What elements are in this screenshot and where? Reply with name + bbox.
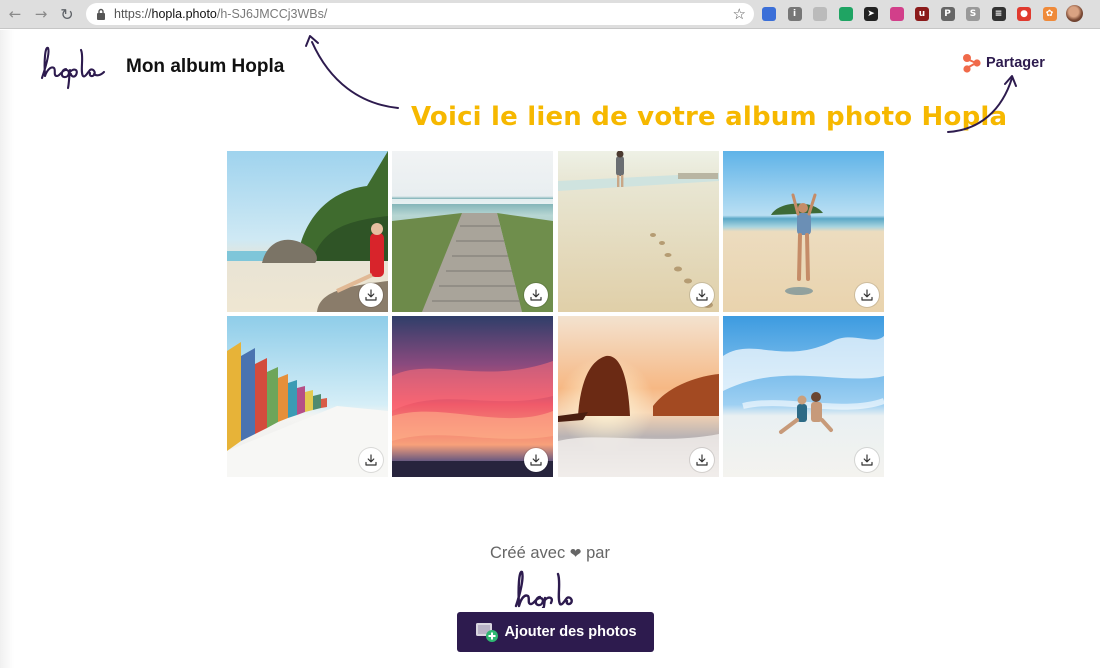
download-button[interactable] [854, 283, 879, 307]
s-icon[interactable]: S [966, 7, 980, 21]
add-photos-button[interactable]: Ajouter des photos [457, 612, 654, 652]
annotation-arrow-to-url [305, 35, 399, 109]
left-edge-shadow [0, 30, 14, 668]
photo-couple-sitting-beach[interactable] [722, 316, 884, 477]
url-host: hopla.photo [151, 7, 217, 21]
arrow-left-icon: ← [8, 5, 22, 23]
pinterest-icon[interactable]: P [940, 7, 955, 21]
photo-pink-sunset-sky[interactable] [392, 316, 554, 477]
photo-woman-arms-up-beach[interactable] [722, 151, 884, 312]
download-icon [530, 289, 542, 301]
ext-circle-info-icon[interactable]: i [787, 7, 802, 21]
annotation-arrow-to-share [947, 75, 1017, 133]
color-wheel-icon[interactable] [889, 7, 904, 21]
google-drive-icon[interactable] [838, 7, 853, 21]
album-title: Mon album Hopla [126, 56, 285, 77]
buffer-icon[interactable]: ≡ [991, 7, 1006, 21]
download-button[interactable] [689, 448, 714, 472]
browser-toolbar: ← → ↻ https://hopla.photo/h-SJ6JMCCj3WBs… [0, 0, 1100, 29]
share-label: Partager [986, 55, 1045, 71]
heart-icon: ❤ [569, 546, 582, 562]
download-button[interactable] [689, 283, 714, 307]
reload-button[interactable]: ↻ [56, 3, 78, 25]
annotation-text: Voici le lien de votre album photo Hopla [411, 102, 1008, 132]
download-icon [530, 454, 542, 466]
url-path: /h-SJ6JMCCj3WBs/ [216, 7, 328, 21]
download-icon [365, 454, 377, 466]
photo-wooden-path-beach[interactable] [392, 151, 554, 312]
address-bar[interactable]: https://hopla.photo/h-SJ6JMCCj3WBs/ ☆ [86, 3, 754, 25]
lock-icon [97, 8, 105, 20]
created-with-before: Créé avec [490, 544, 566, 562]
toggl-icon[interactable]: ● [1017, 7, 1031, 21]
download-icon [861, 454, 873, 466]
download-icon [695, 289, 708, 301]
created-with-after: par [586, 544, 610, 562]
download-icon [695, 454, 708, 466]
download-icon [861, 289, 873, 301]
reload-icon: ↻ [60, 4, 74, 24]
ext-grey-box-icon[interactable] [813, 7, 827, 21]
back-button[interactable]: ← [4, 3, 26, 25]
photo-sunset-rock-sea[interactable] [557, 316, 719, 477]
download-button[interactable] [359, 283, 383, 307]
photo-grid [227, 151, 884, 477]
photo-colorful-beach-huts[interactable] [227, 316, 388, 477]
download-icon [365, 289, 377, 301]
profile-avatar[interactable] [1066, 5, 1083, 22]
hopla-footer-logo[interactable] [510, 568, 592, 608]
colorful-flower-icon[interactable]: ✿ [1042, 7, 1057, 21]
ublock-icon[interactable]: u [915, 7, 929, 21]
add-photos-label: Ajouter des photos [504, 624, 637, 640]
cursor-icon[interactable]: ➤ [864, 7, 878, 21]
download-button[interactable] [359, 448, 383, 472]
ext-blue-square-icon[interactable] [762, 7, 776, 21]
forward-button[interactable]: → [30, 3, 52, 25]
arrow-right-icon: → [34, 5, 48, 23]
url-scheme: https:// [114, 7, 152, 21]
photo-woman-red-dress-rocks[interactable] [227, 151, 388, 312]
star-icon[interactable]: ☆ [733, 5, 746, 23]
download-button[interactable] [854, 448, 879, 472]
hopla-logo[interactable] [38, 42, 108, 90]
created-with-text: Créé avec ❤ par [0, 544, 1100, 563]
extensions-bar: i ➤ u P S ≡ ● ✿ [762, 5, 1068, 23]
photo-person-walking-sand[interactable] [557, 151, 719, 312]
add-photos-icon [474, 620, 500, 644]
page: Mon album Hopla Partager Voici le lien d… [0, 30, 1100, 668]
